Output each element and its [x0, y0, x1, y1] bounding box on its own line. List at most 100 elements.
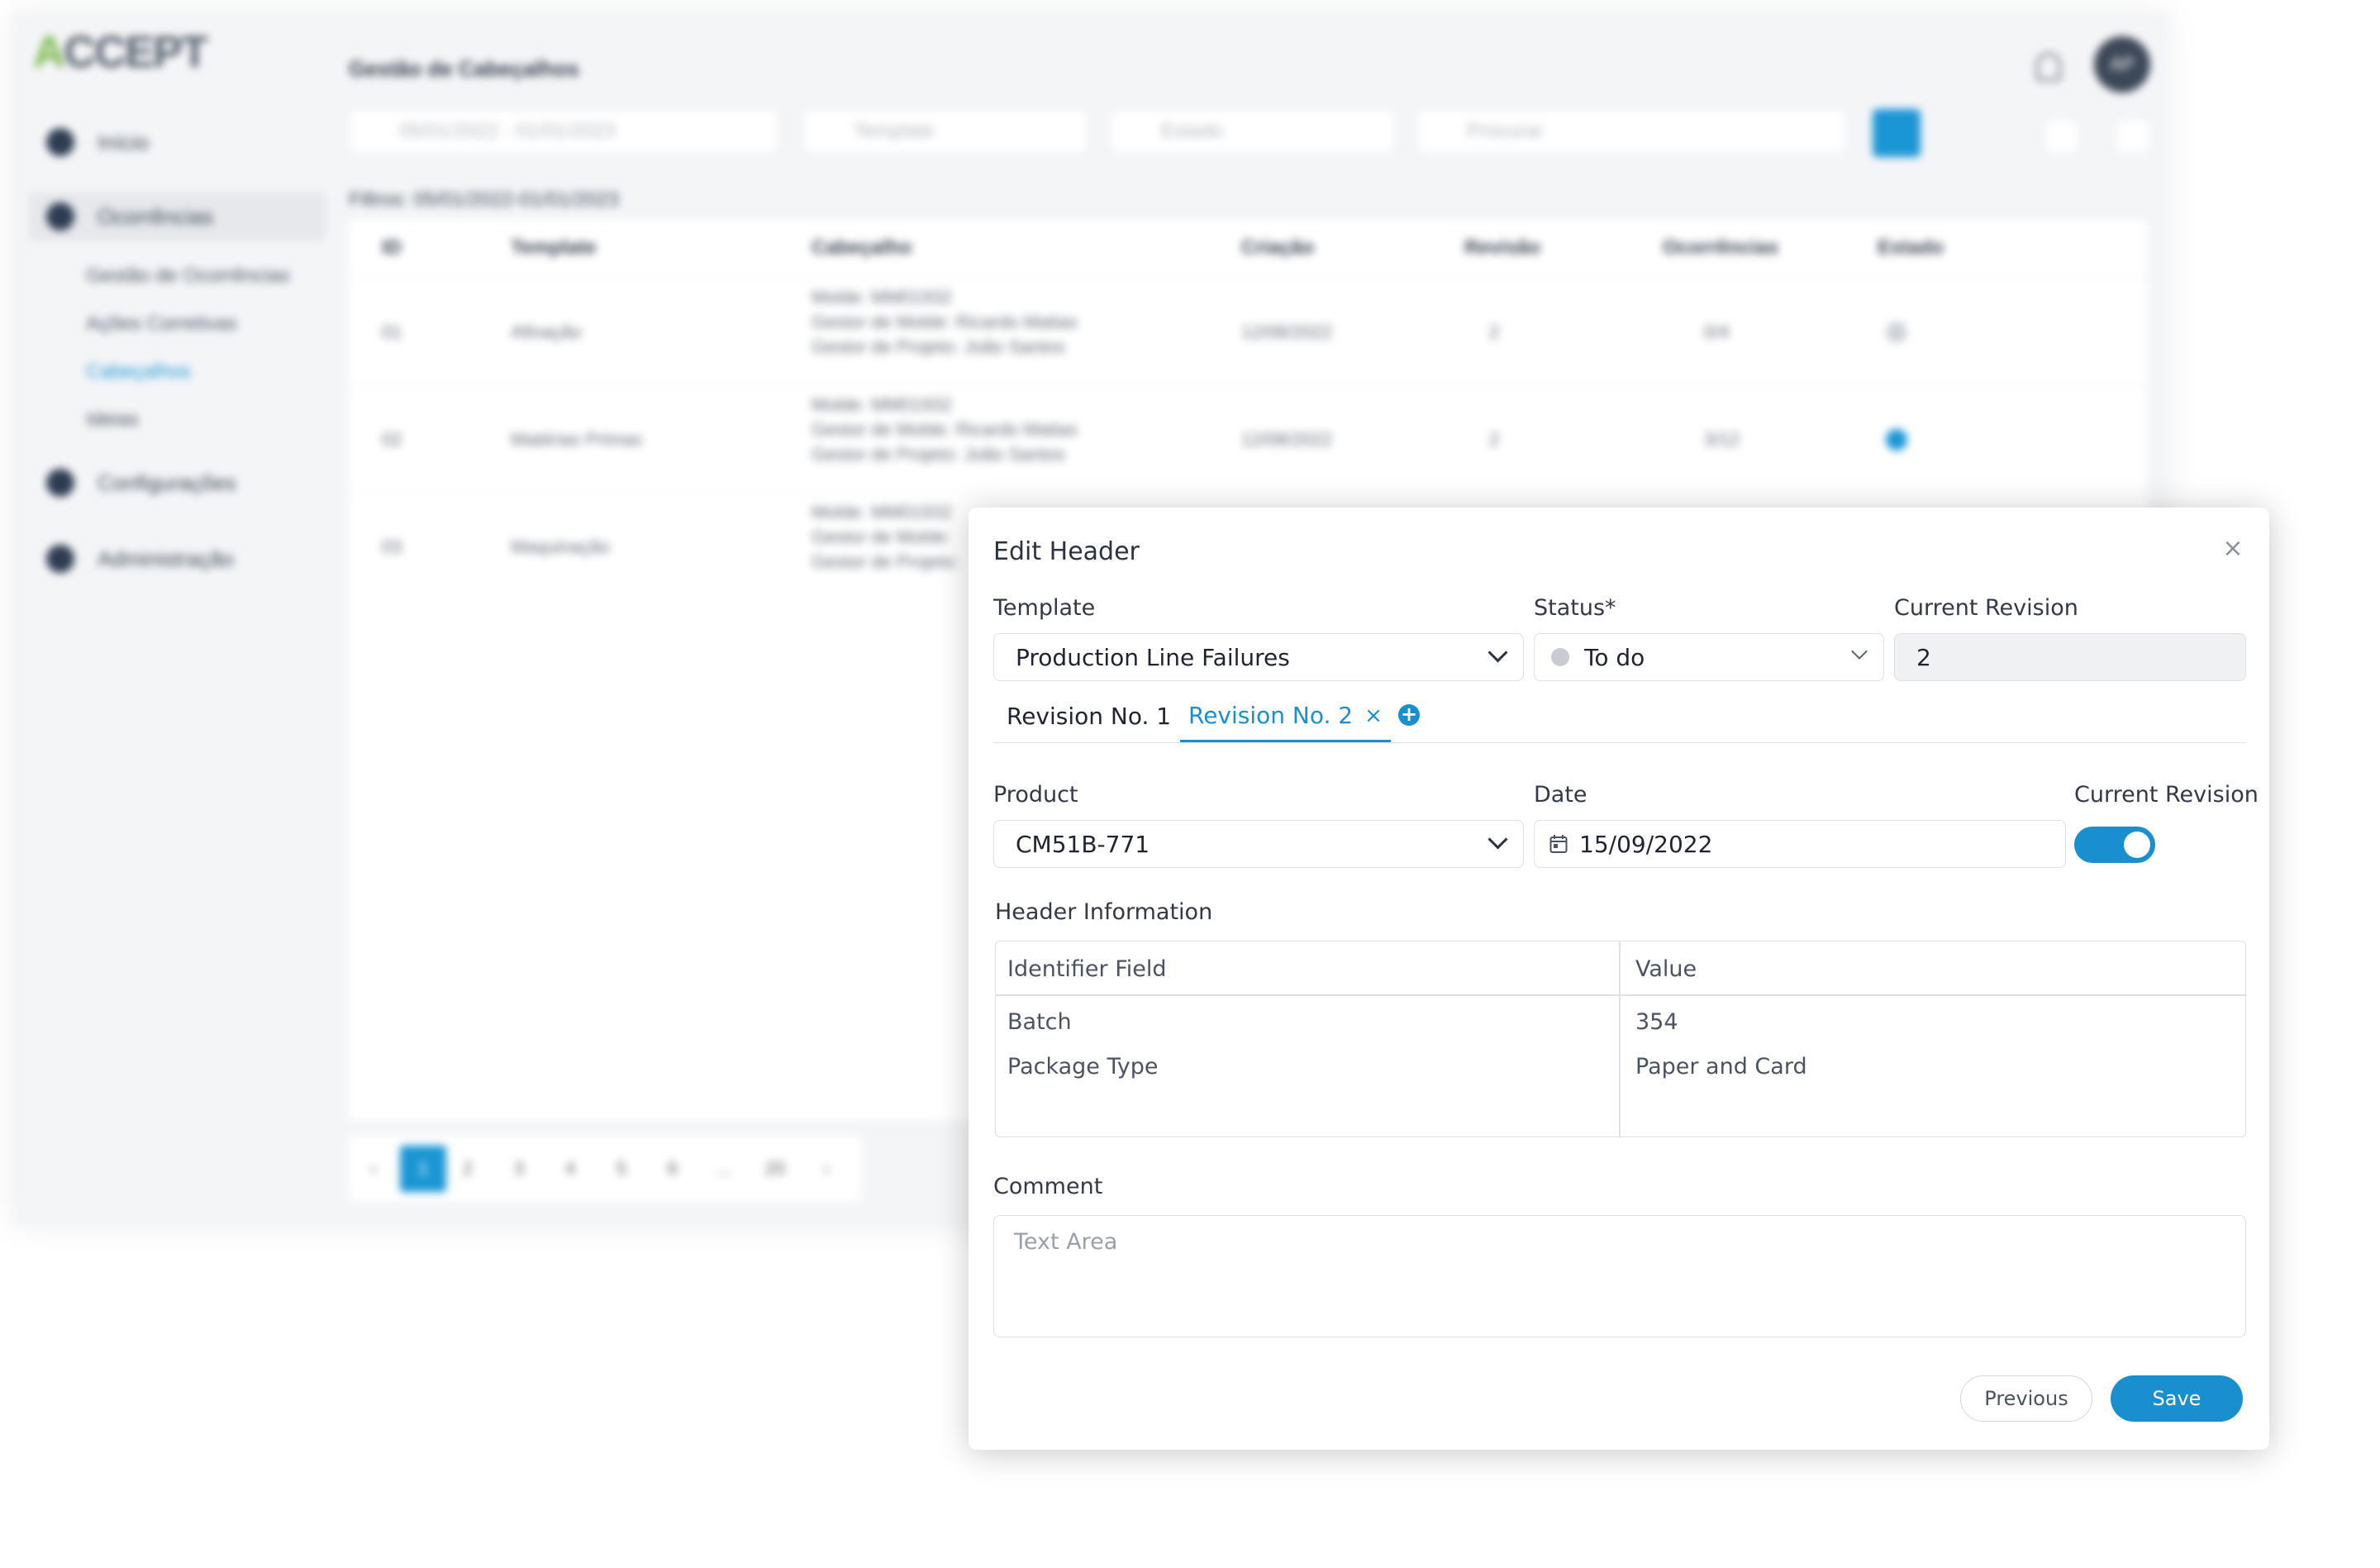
column-divider: [1619, 941, 1621, 1137]
column-header-identifier: Identifier Field: [1007, 956, 1167, 982]
subnav-item[interactable]: Gestão de Ocorrências: [86, 265, 290, 288]
header-divider: [996, 994, 2245, 996]
page-next[interactable]: ›: [810, 1152, 843, 1185]
cell-header-line: Gestor de Projeto: João Santos: [812, 444, 1065, 465]
edit-header-modal: Edit Header × Template Status* Current R…: [969, 508, 2269, 1450]
table-row[interactable]: 01 Afinação Molde: MM01932 Gestor de Mol…: [349, 278, 2147, 384]
cell-header-line: Molde: MM01932: [812, 502, 952, 522]
page-button-active[interactable]: 1: [400, 1146, 446, 1192]
nav-item-home[interactable]: Início: [28, 117, 326, 167]
nav-item-settings[interactable]: Configurações: [28, 458, 326, 508]
column-header: Ocorrências: [1663, 236, 1779, 259]
identifier-cell[interactable]: Package Type: [1007, 1054, 1159, 1079]
nav-label: Ocorrências: [98, 203, 214, 229]
header-information-table: Identifier Field Value Batch 354 Package…: [995, 941, 2246, 1137]
subnav-item[interactable]: Ações Corretivas: [86, 312, 237, 336]
page-button[interactable]: 6: [656, 1152, 689, 1185]
column-header: Estado: [1878, 236, 1944, 259]
applied-filters: Filtros: 05/01/2022-01/01/2023: [349, 188, 619, 211]
date-field[interactable]: 15/09/2022: [1534, 820, 2066, 868]
tab-revision-1[interactable]: Revision No. 1: [1007, 691, 1171, 741]
nav-item-admin[interactable]: Administração: [28, 534, 326, 584]
date-value: 15/09/2022: [1579, 830, 1713, 858]
page-button[interactable]: 2: [451, 1152, 484, 1185]
nav-item-occurrences[interactable]: Ocorrências: [28, 192, 326, 241]
cell-template: Maquinação: [511, 536, 610, 557]
current-revision-field: 2: [1894, 633, 2246, 681]
search-button[interactable]: [1873, 109, 1921, 157]
current-revision-toggle-label: Current Revision: [2074, 782, 2259, 808]
status-select-value: To do: [1584, 643, 1645, 671]
current-revision-value: 2: [1916, 643, 1931, 671]
toggle-knob: [2124, 832, 2150, 858]
status-dot: [1551, 648, 1569, 666]
header-information-label: Header Information: [995, 899, 1213, 925]
template-filter[interactable]: Template: [803, 109, 1088, 154]
nav-label: Início: [98, 129, 150, 155]
template-label: Template: [993, 595, 1096, 621]
table-row[interactable]: 02 Matérias Primas Molde: MM01932 Gestor…: [349, 385, 2147, 492]
date-label: Date: [1534, 782, 1587, 808]
comment-label: Comment: [993, 1174, 1103, 1199]
value-cell[interactable]: Paper and Card: [1635, 1054, 1807, 1079]
value-cell[interactable]: 354: [1635, 1009, 1678, 1035]
template-select[interactable]: Production Line Failures: [993, 633, 1524, 681]
export-icon[interactable]: [2116, 119, 2150, 154]
avatar[interactable]: AP: [2094, 36, 2150, 93]
status-select[interactable]: To do: [1534, 633, 1884, 681]
column-header: ID: [382, 236, 402, 259]
cell-revision: 2: [1489, 429, 1500, 450]
product-select[interactable]: CM51B-771: [993, 820, 1524, 868]
cell-id: 02: [382, 429, 402, 450]
tab-revision-2[interactable]: Revision No. 2 ×: [1180, 691, 1391, 742]
sort-icon[interactable]: [2044, 119, 2079, 154]
product-select-value: CM51B-771: [1016, 830, 1150, 858]
page-title: Gestão de Cabeçalhos: [349, 56, 579, 81]
pagination: ‹ 1 2 3 4 5 6 ... 20 ›: [349, 1136, 861, 1202]
product-label: Product: [993, 782, 1078, 808]
chevron-down-icon: [1488, 829, 1508, 850]
subnav-item-selected[interactable]: Cabeçalhos: [86, 360, 191, 384]
close-icon[interactable]: ×: [2216, 532, 2249, 565]
cell-header-line: Molde: MM01932: [812, 394, 952, 415]
cell-created: 12/08/2022: [1241, 322, 1333, 342]
page-button[interactable]: 5: [605, 1152, 638, 1185]
gear-icon: [46, 469, 74, 497]
search-input[interactable]: Procurar: [1416, 109, 1846, 154]
date-range-filter[interactable]: 05/01/2022 - 01/01/2023: [349, 109, 778, 154]
admin-icon: [46, 545, 74, 573]
previous-button[interactable]: Previous: [1960, 1375, 2092, 1422]
bell-icon[interactable]: [2036, 53, 2061, 81]
cell-header-line: Molde: MM01932: [812, 287, 952, 307]
column-header-value: Value: [1635, 956, 1697, 982]
page-button[interactable]: 3: [502, 1152, 536, 1185]
cell-revision: 2: [1489, 322, 1500, 342]
home-icon: [46, 128, 74, 156]
cell-id: 01: [382, 322, 402, 342]
column-header: Revisão: [1464, 236, 1541, 259]
page-button[interactable]: 4: [554, 1152, 587, 1185]
page-prev[interactable]: ‹: [357, 1152, 390, 1185]
tab-label: Revision No. 2: [1188, 702, 1354, 729]
chevron-down-icon: [1851, 643, 1868, 660]
alert-icon: [46, 203, 74, 231]
cell-occurrences: 3/12: [1704, 429, 1740, 450]
identifier-cell[interactable]: Batch: [1007, 1009, 1072, 1035]
status-filter[interactable]: Estado: [1111, 109, 1395, 154]
cell-header-line: Gestor de Molde: Ricardo Matias: [812, 312, 1078, 332]
cell-header-line: Gestor de Molde:: [812, 527, 951, 547]
current-revision-toggle[interactable]: [2074, 827, 2155, 863]
app-logo: ACCEPT: [33, 27, 208, 77]
subnav-item[interactable]: Ideias: [86, 408, 139, 431]
close-tab-icon[interactable]: ×: [1364, 703, 1383, 728]
add-revision-icon[interactable]: +: [1398, 704, 1420, 726]
status-dot: [1886, 322, 1907, 343]
column-header: Template: [511, 236, 597, 259]
save-button[interactable]: Save: [2111, 1375, 2243, 1422]
revision-tabs: Revision No. 1 Revision No. 2 × +: [993, 691, 2246, 743]
cell-header-line: Gestor de Projeto: João Santos: [812, 336, 1065, 357]
comment-textarea[interactable]: Text Area: [993, 1215, 2246, 1337]
cell-template: Afinação: [511, 322, 582, 342]
page-button[interactable]: 20: [759, 1152, 792, 1185]
chevron-down-icon: [1488, 642, 1508, 663]
